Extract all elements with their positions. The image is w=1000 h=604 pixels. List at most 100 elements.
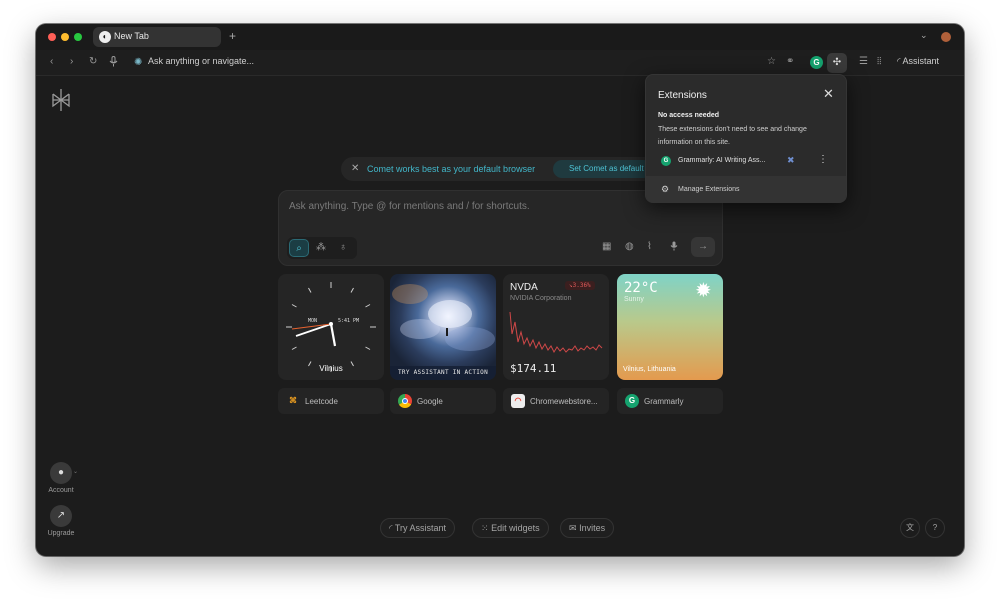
popup-title: Extensions [658, 90, 707, 101]
microphone-icon[interactable] [109, 56, 118, 70]
search-mode-group: ⌕ ⁂ ♁ [287, 237, 357, 259]
upgrade-arrow-icon[interactable]: ↗ [50, 505, 72, 527]
submit-arrow-icon[interactable]: → [691, 237, 715, 257]
weather-condition: Sunny [624, 296, 644, 303]
try-assistant-label: Try Assistant [394, 523, 447, 533]
manage-extensions-label: Manage Extensions [678, 186, 740, 193]
shortcut-grammarly[interactable]: G Grammarly [617, 388, 723, 414]
globe-icon[interactable]: ◍ [625, 241, 634, 252]
tab-new-tab[interactable]: ◐ New Tab [93, 27, 221, 47]
clock-day: MON [308, 318, 318, 324]
grammarly-icon: G [625, 394, 639, 408]
stock-widget[interactable]: NVDA NVIDIA Corporation ↘3.36% $174.11 [503, 274, 609, 380]
stock-price: $174.11 [510, 362, 557, 375]
assistant-icon: ◜ [389, 523, 393, 533]
minimize-window-button[interactable] [61, 33, 69, 41]
weather-city: Vilnius, Lithuania [623, 366, 676, 373]
stock-sparkline [509, 311, 603, 354]
maximize-window-button[interactable] [74, 33, 82, 41]
extensions-puzzle-icon[interactable]: ✣ [827, 53, 847, 73]
shortcut-label: Grammarly [644, 397, 684, 406]
leetcode-icon: ⌘ [289, 396, 297, 405]
clock-city: Vilnius [319, 364, 343, 373]
omnibox-input[interactable]: Ask anything or navigate... [148, 56, 254, 66]
shortcut-label: Chromewebstore... [530, 397, 598, 406]
tab-label: New Tab [114, 31, 149, 41]
voice-waveform-icon[interactable]: ⦙⦙ [877, 56, 881, 67]
shortcut-label: Leetcode [305, 397, 338, 406]
reading-list-icon[interactable]: ☰ [859, 56, 868, 67]
shortcut-leetcode[interactable]: ⌘ Leetcode [278, 388, 384, 414]
close-icon[interactable]: ✕ [823, 86, 834, 102]
promo-caption: TRY ASSISTANT IN ACTION [390, 366, 496, 380]
nebula-image [392, 284, 495, 351]
grammarly-icon: G [661, 156, 671, 166]
chrome-icon [398, 394, 412, 408]
stock-change-badge: ↘3.36% [565, 281, 595, 290]
edit-widgets-label: Edit widgets [491, 523, 540, 533]
account-avatar[interactable]: ● [50, 462, 72, 484]
unpin-icon[interactable]: ✖ [787, 155, 795, 166]
assistant-icon: ◜ [897, 56, 901, 66]
grammarly-icon[interactable]: G [810, 56, 823, 69]
try-assistant-button[interactable]: ◜ Try Assistant [380, 518, 456, 538]
title-bar: ◐ New Tab + ⌄ [36, 24, 964, 50]
reload-icon[interactable]: ↻ [89, 56, 97, 67]
upgrade-label: Upgrade [47, 530, 75, 537]
stock-name: NVIDIA Corporation [510, 295, 572, 302]
new-tab-button[interactable]: + [229, 29, 236, 43]
clock-time: 5:41 PM [338, 318, 360, 324]
shortcut-label: Google [417, 397, 443, 406]
set-default-button[interactable]: Set Comet as default [553, 160, 652, 178]
stock-symbol: NVDA [510, 282, 538, 293]
cpu-icon[interactable]: ▦ [602, 241, 611, 252]
comet-logo-icon[interactable] [50, 88, 72, 112]
link-icon[interactable]: ⚭ [786, 56, 794, 67]
mic-icon[interactable] [670, 241, 678, 254]
back-icon[interactable]: ‹ [50, 56, 53, 67]
invites-button[interactable]: ✉ Invites [560, 518, 615, 538]
banner-text: Comet works best as your default browser [367, 164, 536, 174]
popup-heading: No access needed [658, 112, 720, 119]
labs-bulb-icon[interactable]: ♁ [333, 239, 353, 257]
assistant-label: Assistant [902, 56, 940, 66]
edit-widgets-button[interactable]: ⁙ Edit widgets [472, 518, 549, 538]
bookmark-star-icon[interactable]: ☆ [767, 56, 776, 67]
profile-avatar[interactable] [941, 32, 951, 42]
research-mode-icon[interactable]: ⁂ [311, 239, 331, 257]
help-icon[interactable]: ? [925, 518, 945, 538]
assistant-promo-widget[interactable]: TRY ASSISTANT IN ACTION [390, 274, 496, 380]
close-window-button[interactable] [48, 33, 56, 41]
tab-list-chevron-icon[interactable]: ⌄ [920, 30, 928, 41]
account-label: Account [48, 487, 74, 494]
weather-temp: 22°C [624, 280, 658, 296]
weather-widget[interactable]: 22°C Sunny ✹ Vilnius, Lithuania [617, 274, 723, 380]
toolbar: ‹ › ↻ ✺ Ask anything or navigate... ☆ ⚭ … [36, 50, 964, 76]
grid-icon: ⁙ [481, 523, 489, 533]
attach-icon[interactable]: ⌇ [647, 241, 652, 252]
shortcut-chromewebstore[interactable]: ◠ Chromewebstore... [503, 388, 609, 414]
manage-extensions-button[interactable]: ⚙ Manage Extensions [646, 176, 846, 203]
comet-icon: ◐ [99, 31, 111, 43]
translate-icon[interactable]: 文 [900, 518, 920, 538]
webstore-icon: ◠ [511, 394, 525, 408]
mail-icon: ✉ [569, 523, 577, 533]
assistant-button[interactable]: ◜ Assistant [897, 56, 939, 67]
comet-omnibox-icon: ✺ [134, 57, 143, 68]
invites-label: Invites [579, 523, 606, 533]
gear-icon: ⚙ [661, 184, 670, 194]
clock-widget[interactable]: MON 5:41 PM Vilnius [278, 274, 384, 380]
close-icon[interactable]: ✕ [351, 163, 359, 174]
popup-description: These extensions don't need to see and c… [658, 126, 807, 146]
default-browser-banner: ✕ Comet works best as your default brows… [341, 157, 661, 181]
sun-icon: ✹ [695, 280, 712, 302]
search-mode-icon[interactable]: ⌕ [289, 239, 309, 257]
set-default-label: Set Comet as default [569, 164, 644, 173]
forward-icon[interactable]: › [70, 56, 73, 67]
extension-item-grammarly[interactable]: Grammarly: AI Writing Ass... [678, 157, 765, 164]
extensions-popup: Extensions ✕ No access needed These exte… [645, 74, 847, 203]
more-options-icon[interactable]: ⋮ [818, 154, 828, 165]
account-chevron-icon[interactable]: ⌄ [73, 468, 78, 475]
shortcut-google[interactable]: Google [390, 388, 496, 414]
search-input[interactable]: Ask anything. Type @ for mentions and / … [289, 201, 530, 212]
